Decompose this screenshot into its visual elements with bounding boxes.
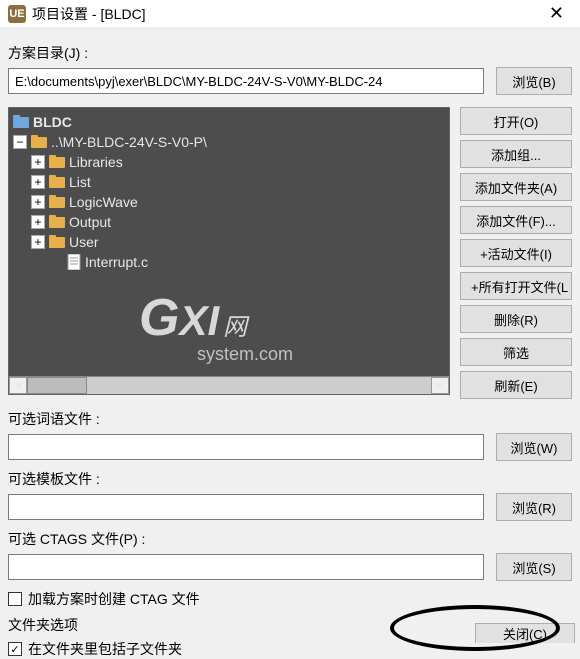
tree-label: Libraries: [69, 154, 123, 170]
folder-icon: [49, 195, 65, 209]
add-file-button[interactable]: 添加文件(F)...: [460, 206, 572, 234]
folder-icon: [31, 135, 47, 149]
tree-file[interactable]: + Interrupt.c: [9, 252, 449, 272]
expander-icon[interactable]: +: [31, 195, 45, 209]
open-button[interactable]: 打开(O): [460, 107, 572, 135]
active-file-button[interactable]: +活动文件(I): [460, 239, 572, 267]
browse-r-button[interactable]: 浏览(R): [496, 493, 572, 521]
horizontal-scrollbar[interactable]: ◄ ►: [9, 376, 449, 394]
load-ctag-checkbox-row[interactable]: 加载方案时创建 CTAG 文件: [8, 589, 572, 609]
close-button[interactable]: 关闭(C): [475, 623, 575, 643]
browse-s-button[interactable]: 浏览(S): [496, 553, 572, 581]
scroll-thumb[interactable]: [27, 377, 87, 394]
delete-button[interactable]: 删除(R): [460, 305, 572, 333]
add-group-button[interactable]: 添加组...: [460, 140, 572, 168]
project-tree[interactable]: BLDC − ..\MY-BLDC-24V-S-V0-P\ + Librarie…: [8, 107, 450, 395]
tree-label: ..\MY-BLDC-24V-S-V0-P\: [51, 134, 207, 150]
action-buttons: 打开(O) 添加组... 添加文件夹(A) 添加文件(F)... +活动文件(I…: [460, 107, 572, 399]
checkbox-label: 在文件夹里包括子文件夹: [28, 639, 182, 659]
tree-label: LogicWave: [69, 194, 138, 210]
app-logo-icon: UE: [8, 5, 26, 23]
refresh-button[interactable]: 刷新(E): [460, 371, 572, 399]
checkbox-icon[interactable]: [8, 592, 22, 606]
folder-icon: [49, 215, 65, 229]
expander-icon[interactable]: +: [31, 155, 45, 169]
word-file-input[interactable]: [8, 434, 484, 460]
scheme-dir-input[interactable]: [8, 68, 484, 94]
tree-label: BLDC: [33, 114, 72, 130]
tpl-file-input[interactable]: [8, 494, 484, 520]
tpl-file-label: 可选模板文件 :: [8, 469, 572, 489]
scroll-right-icon[interactable]: ►: [431, 377, 449, 394]
ctags-file-input[interactable]: [8, 554, 484, 580]
window-title: 项目设置 - [BLDC]: [32, 4, 541, 24]
file-icon: [67, 254, 81, 270]
expander-icon[interactable]: +: [31, 215, 45, 229]
folder-icon: [49, 155, 65, 169]
word-file-label: 可选词语文件 :: [8, 409, 572, 429]
browse-w-button[interactable]: 浏览(W): [496, 433, 572, 461]
expander-icon[interactable]: −: [13, 135, 27, 149]
expander-icon[interactable]: +: [31, 235, 45, 249]
tree-item[interactable]: + Libraries: [9, 152, 449, 172]
add-folder-button[interactable]: 添加文件夹(A): [460, 173, 572, 201]
tree-label: Interrupt.c: [85, 254, 148, 270]
folder-icon: [49, 175, 65, 189]
tree-sub[interactable]: − ..\MY-BLDC-24V-S-V0-P\: [9, 132, 449, 152]
expander-icon[interactable]: +: [31, 175, 45, 189]
filter-button[interactable]: 筛选: [460, 338, 572, 366]
tree-item[interactable]: + User: [9, 232, 449, 252]
checkbox-checked-icon[interactable]: ✓: [8, 642, 22, 656]
tree-item[interactable]: + Output: [9, 212, 449, 232]
project-icon: [13, 115, 29, 129]
ctags-file-label: 可选 CTAGS 文件(P) :: [8, 529, 572, 549]
tree-label: User: [69, 234, 99, 250]
checkbox-label: 加载方案时创建 CTAG 文件: [28, 589, 200, 609]
close-icon[interactable]: ✕: [541, 3, 572, 24]
scheme-dir-label: 方案目录(J) :: [8, 43, 572, 63]
scroll-left-icon[interactable]: ◄: [9, 377, 27, 394]
browse-button[interactable]: 浏览(B): [496, 67, 572, 95]
tree-root[interactable]: BLDC: [9, 112, 449, 132]
all-open-files-button[interactable]: +所有打开文件(L: [460, 272, 572, 300]
title-bar: UE 项目设置 - [BLDC] ✕: [0, 0, 580, 27]
tree-item[interactable]: + List: [9, 172, 449, 192]
tree-label: Output: [69, 214, 111, 230]
tree-item[interactable]: + LogicWave: [9, 192, 449, 212]
folder-icon: [49, 235, 65, 249]
tree-label: List: [69, 174, 91, 190]
